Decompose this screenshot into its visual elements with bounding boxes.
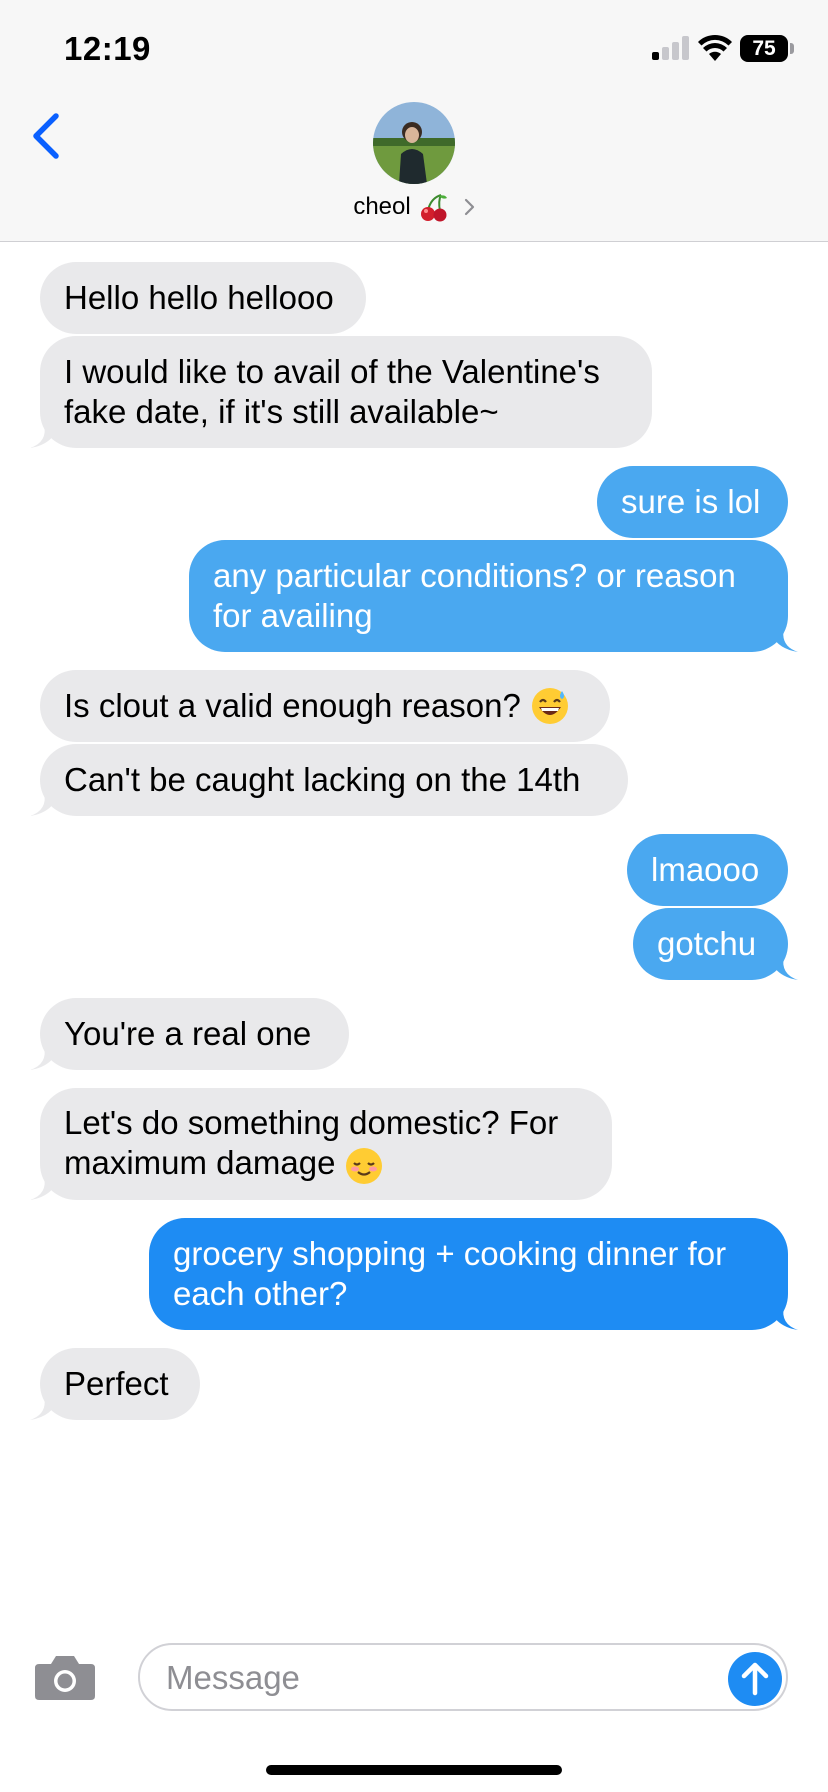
bubble-tail: [30, 1172, 60, 1200]
message-text: sure is lol: [621, 483, 761, 520]
status-time: 12:19: [64, 30, 151, 67]
back-chevron-icon[interactable]: [28, 110, 68, 162]
message-text: lmaooo: [651, 851, 760, 888]
message-bubble-outgoing[interactable]: grocery shopping + cooking dinner for ea…: [149, 1218, 788, 1330]
message-text: Can't be caught lacking on the 14th: [64, 761, 581, 798]
send-button[interactable]: [728, 1652, 782, 1706]
contact-name: cheol: [353, 193, 411, 220]
bubble-tail: [768, 1302, 798, 1330]
cellular-signal-icon: [652, 36, 692, 60]
message-text: You're a real one: [64, 1015, 312, 1052]
bubble-tail: [768, 952, 798, 980]
message-text: Hello hello hellooo: [64, 279, 334, 316]
message-bubble-incoming[interactable]: Let's do something domestic? For maximum…: [40, 1088, 612, 1200]
message-text: any particular conditions? or reason for…: [213, 557, 736, 634]
smiling-blush-emoji-icon: [346, 1147, 383, 1184]
bubble-tail: [30, 1042, 60, 1070]
chevron-right-icon: [464, 198, 474, 216]
avatar-photo: [373, 102, 455, 184]
message-text: grocery shopping + cooking dinner for ea…: [173, 1235, 727, 1312]
battery-cap: [790, 43, 794, 54]
grinning-sweat-emoji-icon: [531, 688, 568, 724]
message-text: Is clout a valid enough reason?: [64, 687, 521, 724]
message-bubble-incoming[interactable]: I would like to avail of the Valentine's…: [40, 336, 652, 448]
battery-indicator: 75: [740, 35, 788, 62]
conversation-header: 12:19 75 cheol: [0, 0, 828, 242]
camera-icon[interactable]: [33, 1652, 97, 1702]
message-bubble-incoming[interactable]: You're a real one: [40, 998, 349, 1070]
message-text: Let's do something domestic? For maximum…: [64, 1103, 588, 1184]
cherries-icon: [420, 194, 447, 222]
bubble-tail: [30, 420, 60, 448]
message-bubble-outgoing[interactable]: gotchu: [633, 908, 788, 980]
message-bubble-outgoing[interactable]: lmaooo: [627, 834, 788, 906]
message-input[interactable]: [166, 1655, 706, 1701]
message-text: I would like to avail of the Valentine's…: [64, 353, 600, 430]
message-text: Perfect: [64, 1365, 169, 1402]
message-input-container[interactable]: [138, 1643, 788, 1711]
contact-avatar[interactable]: [373, 102, 455, 184]
arrow-up-icon: [741, 1662, 769, 1696]
message-bubble-outgoing[interactable]: sure is lol: [597, 466, 788, 538]
message-bubble-incoming[interactable]: Hello hello hellooo: [40, 262, 366, 334]
contact-name-row[interactable]: cheol: [0, 192, 828, 222]
message-bubble-incoming[interactable]: Is clout a valid enough reason?: [40, 670, 610, 742]
bubble-tail: [30, 1392, 60, 1420]
message-text: gotchu: [657, 925, 757, 962]
message-bubble-incoming[interactable]: Perfect: [40, 1348, 200, 1420]
bubble-tail: [30, 788, 60, 816]
bubble-tail: [768, 624, 798, 652]
home-indicator[interactable]: [266, 1765, 562, 1775]
wifi-icon: [698, 34, 732, 61]
message-bubble-outgoing[interactable]: any particular conditions? or reason for…: [189, 540, 788, 652]
message-bubble-incoming[interactable]: Can't be caught lacking on the 14th: [40, 744, 628, 816]
